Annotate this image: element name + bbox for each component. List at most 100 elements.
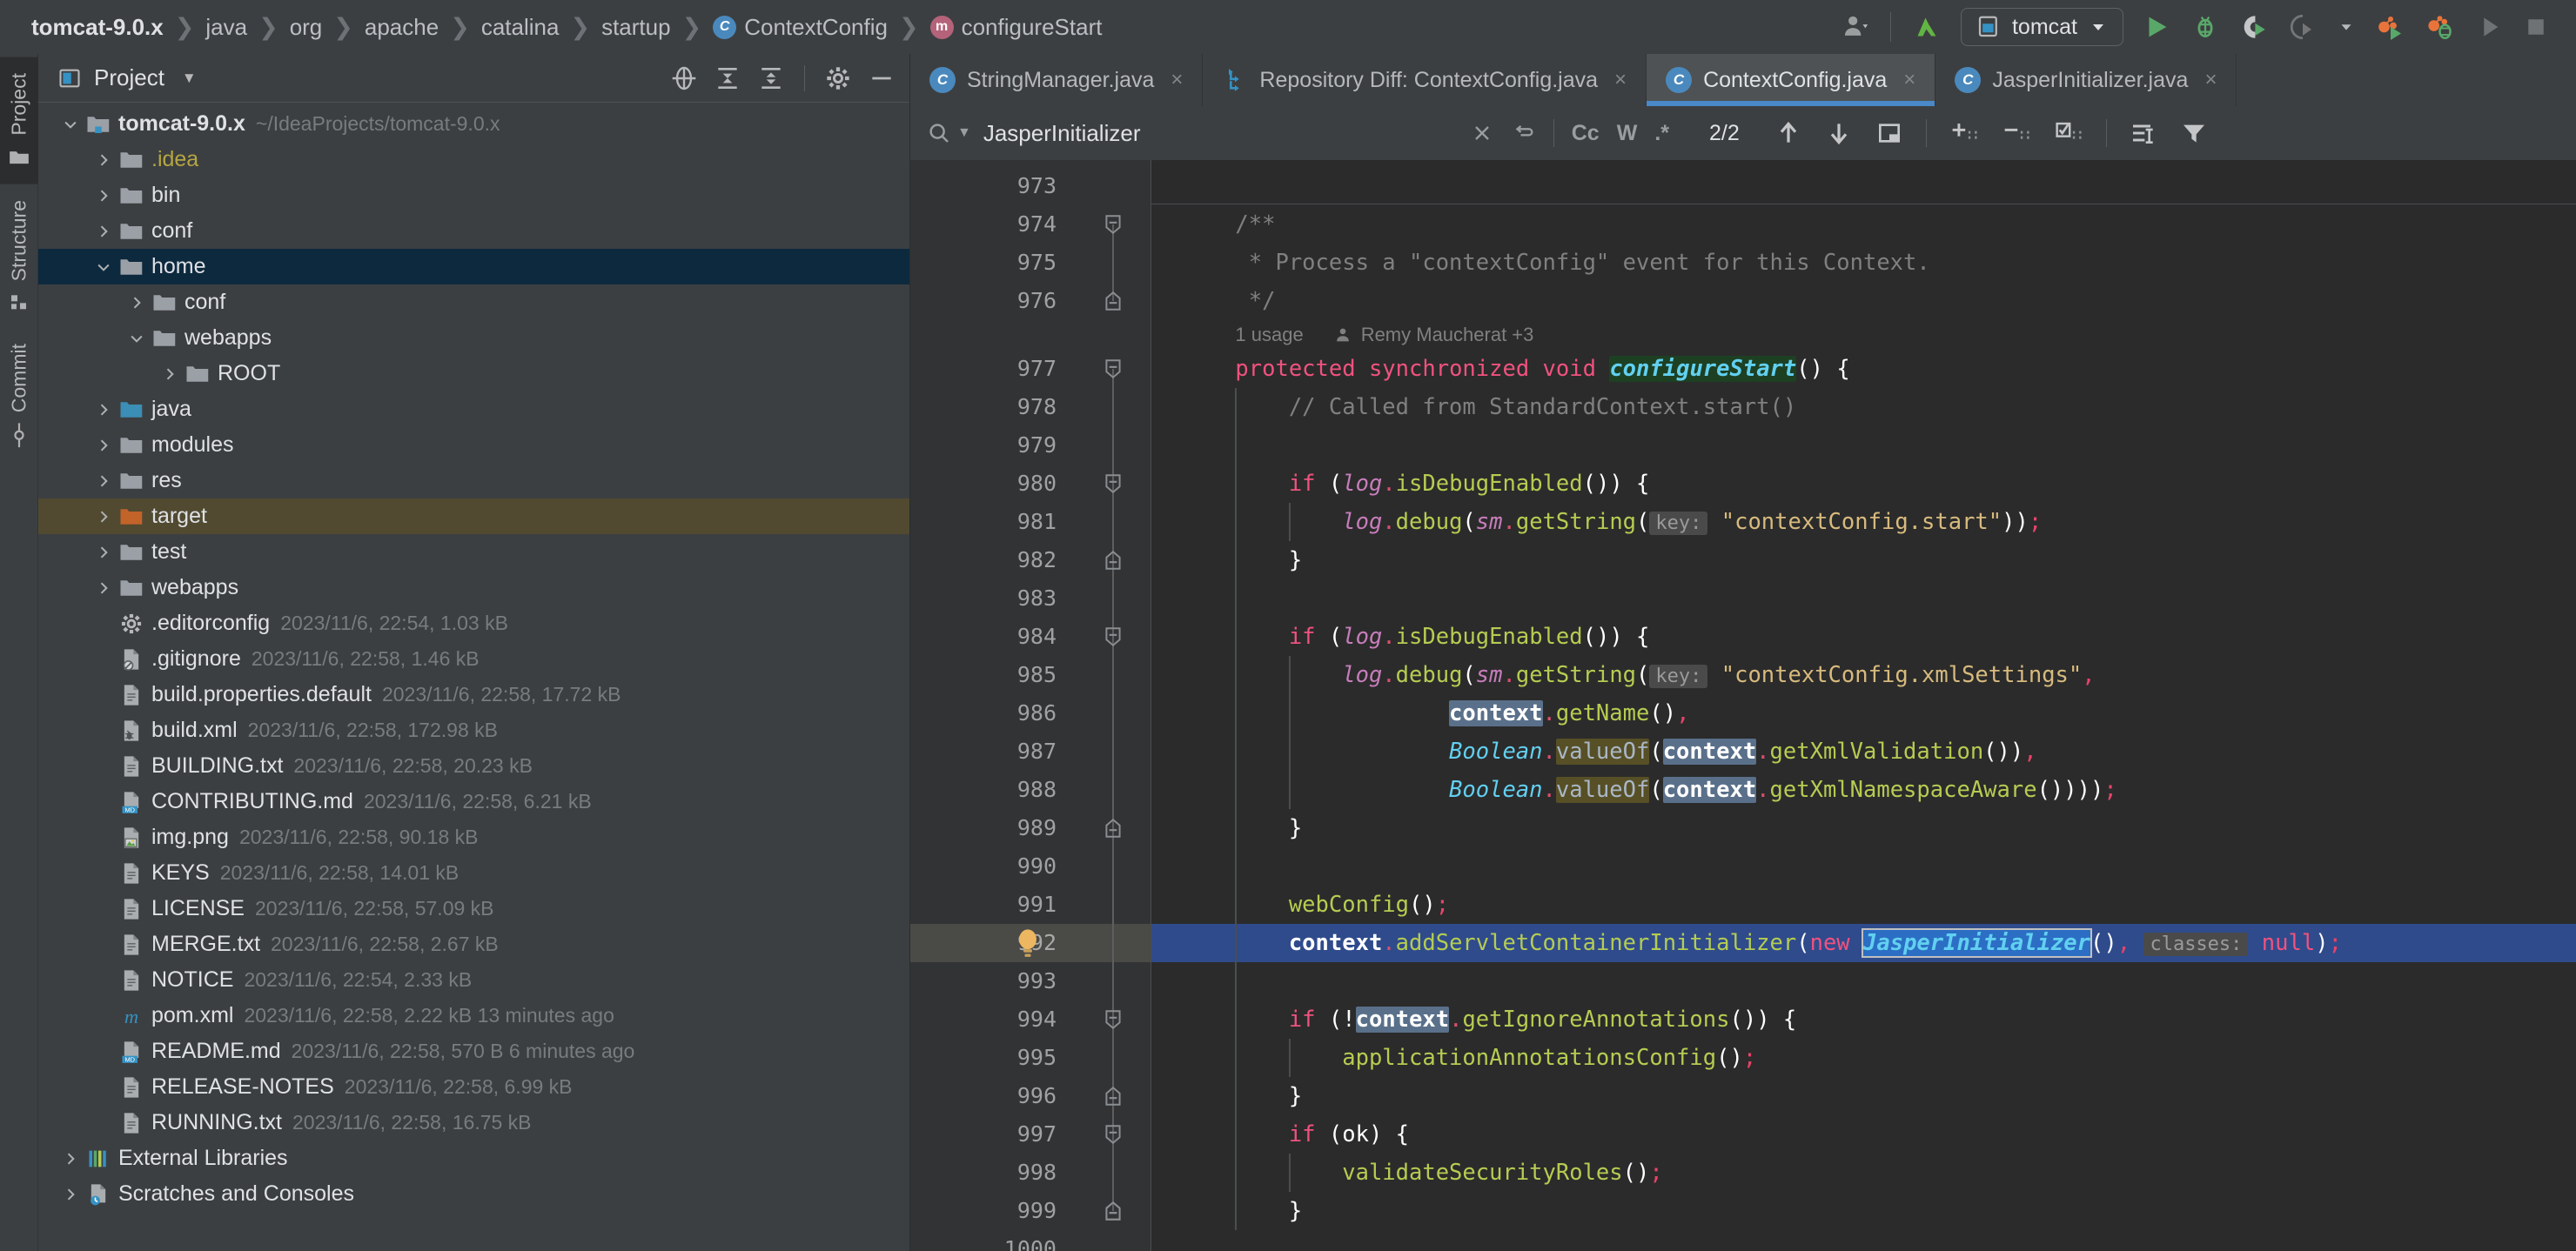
tree-row[interactable]: .idea bbox=[38, 142, 909, 177]
run-with-profiler-button[interactable] bbox=[2365, 0, 2416, 54]
breadcrumb-item-apache[interactable]: apache bbox=[363, 14, 440, 41]
tree-row[interactable]: java bbox=[38, 391, 909, 427]
search-history-icon[interactable] bbox=[1512, 121, 1536, 145]
tree-row[interactable]: External Libraries bbox=[38, 1141, 909, 1176]
chevron-down-icon[interactable] bbox=[91, 258, 117, 276]
chevron-right-icon[interactable] bbox=[91, 579, 117, 597]
tree-row[interactable]: bin bbox=[38, 177, 909, 213]
chevron-right-icon[interactable] bbox=[91, 401, 117, 418]
close-icon[interactable]: × bbox=[2204, 68, 2217, 92]
close-icon[interactable]: × bbox=[1171, 68, 1183, 92]
remove-occurrence-icon[interactable] bbox=[2002, 119, 2031, 147]
minimize-icon[interactable] bbox=[868, 64, 896, 92]
run-configuration-selector[interactable]: tomcat bbox=[1960, 8, 2123, 46]
tree-row[interactable]: LICENSE 2023/11/6, 22:58, 57.09 kB bbox=[38, 891, 909, 927]
fold-collapse-icon[interactable] bbox=[1100, 1007, 1126, 1033]
tree-row[interactable]: MD CONTRIBUTING.md 2023/11/6, 22:58, 6.21 … bbox=[38, 784, 909, 820]
user-account-icon[interactable] bbox=[1831, 0, 1880, 54]
chevron-right-icon[interactable] bbox=[91, 223, 117, 240]
chevron-right-icon[interactable] bbox=[91, 508, 117, 525]
search-input[interactable]: JasperInitializer bbox=[983, 120, 1141, 147]
chevron-right-icon[interactable] bbox=[91, 151, 117, 169]
tree-row[interactable]: .editorconfig 2023/11/6, 22:54, 1.03 kB bbox=[38, 605, 909, 641]
fold-collapse-icon[interactable] bbox=[1100, 624, 1126, 650]
run-button[interactable] bbox=[2132, 0, 2181, 54]
tree-row[interactable]: Scratches and Consoles bbox=[38, 1176, 909, 1212]
fold-collapse-icon[interactable] bbox=[1100, 211, 1126, 237]
search-dropdown-caret-icon[interactable]: ▼ bbox=[957, 125, 971, 141]
fold-collapse-end-icon[interactable] bbox=[1100, 288, 1126, 314]
select-all-occurrences-icon[interactable] bbox=[2054, 119, 2083, 147]
chevron-right-icon[interactable] bbox=[57, 1186, 84, 1203]
editor-gutter[interactable]: 973 974 975 976 977 978 979 980 981 982 983 984 985 9… bbox=[910, 160, 1076, 1251]
arrow-up-icon[interactable] bbox=[1774, 119, 1802, 147]
tab-contextconfig[interactable]: C ContextConfig.java × bbox=[1647, 54, 1936, 106]
project-tree[interactable]: tomcat-9.0.x ~/IdeaProjects/tomcat-9.0.x.… bbox=[38, 103, 909, 1251]
update-project-icon[interactable] bbox=[1902, 0, 1952, 54]
profiler-caret-icon[interactable] bbox=[2327, 0, 2365, 54]
expand-all-icon[interactable] bbox=[714, 64, 741, 92]
tree-row[interactable]: webapps bbox=[38, 320, 909, 356]
chevron-right-icon[interactable] bbox=[91, 187, 117, 204]
match-case-toggle[interactable]: Cc bbox=[1572, 121, 1600, 146]
tree-row[interactable]: home bbox=[38, 249, 909, 284]
fold-collapse-end-icon[interactable] bbox=[1100, 815, 1126, 841]
tree-row[interactable]: NOTICE 2023/11/6, 22:54, 2.33 kB bbox=[38, 962, 909, 998]
tree-row[interactable]: MD README.md 2023/11/6, 22:58, 570 B 6 min… bbox=[38, 1034, 909, 1069]
breadcrumb-item-java[interactable]: java bbox=[204, 14, 249, 41]
chevron-right-icon[interactable] bbox=[91, 472, 117, 490]
close-icon[interactable]: × bbox=[1903, 68, 1915, 92]
arrow-down-icon[interactable] bbox=[1825, 119, 1853, 147]
tree-row[interactable]: build.xml 2023/11/6, 22:58, 172.98 kB bbox=[38, 712, 909, 748]
chevron-down-icon[interactable] bbox=[57, 116, 84, 133]
tree-row[interactable]: MERGE.txt 2023/11/6, 22:58, 2.67 kB bbox=[38, 927, 909, 962]
tree-row[interactable]: conf bbox=[38, 213, 909, 249]
tree-row[interactable]: .gitignore 2023/11/6, 22:58, 1.46 kB bbox=[38, 641, 909, 677]
chevron-down-icon[interactable]: ▼ bbox=[182, 70, 197, 87]
breadcrumb-item-configurestart[interactable]: m configureStart bbox=[929, 14, 1104, 41]
tree-row[interactable]: BUILDING.txt 2023/11/6, 22:58, 20.23 kB bbox=[38, 748, 909, 784]
tab-stringmanager[interactable]: C StringManager.java × bbox=[910, 54, 1204, 106]
filter-icon[interactable] bbox=[2180, 119, 2208, 147]
tree-row[interactable]: RUNNING.txt 2023/11/6, 22:58, 16.75 kB bbox=[38, 1105, 909, 1141]
chevron-right-icon[interactable] bbox=[91, 544, 117, 561]
fold-collapse-end-icon[interactable] bbox=[1100, 1083, 1126, 1109]
collapse-all-icon[interactable] bbox=[757, 64, 785, 92]
code-editor[interactable]: 973 974 975 976 977 978 979 980 981 982 983 984 985 9… bbox=[910, 160, 2576, 1251]
editor-fold-gutter[interactable] bbox=[1076, 160, 1150, 1251]
chevron-right-icon[interactable] bbox=[91, 437, 117, 454]
in-selection-icon[interactable] bbox=[2130, 119, 2157, 147]
sidebar-item-project[interactable]: Project bbox=[0, 57, 38, 184]
stop-button[interactable] bbox=[2513, 0, 2559, 54]
regex-toggle[interactable]: .* bbox=[1654, 121, 1669, 146]
fold-collapse-icon[interactable] bbox=[1100, 356, 1126, 382]
tree-row[interactable]: target bbox=[38, 498, 909, 534]
tree-row[interactable]: test bbox=[38, 534, 909, 570]
debug-with-profiler-button[interactable] bbox=[2416, 0, 2466, 54]
run-with-coverage-button[interactable] bbox=[2230, 0, 2278, 54]
breadcrumb-item-project[interactable]: tomcat-9.0.x bbox=[30, 14, 165, 41]
sidebar-item-commit[interactable]: Commit bbox=[0, 328, 38, 463]
tab-jasperinitializer[interactable]: C JasperInitializer.java × bbox=[1935, 54, 2237, 106]
tree-row[interactable]: conf bbox=[38, 284, 909, 320]
open-in-find-window-icon[interactable] bbox=[1875, 119, 1903, 147]
close-icon[interactable]: × bbox=[1614, 68, 1627, 92]
code-vision-inlay[interactable]: 1 usage Remy Maucherat +3 bbox=[1235, 320, 1533, 350]
fold-collapse-icon[interactable] bbox=[1100, 471, 1126, 497]
breadcrumb-item-org[interactable]: org bbox=[288, 14, 325, 41]
chevron-right-icon[interactable] bbox=[57, 1150, 84, 1167]
close-icon[interactable] bbox=[1470, 121, 1494, 145]
breadcrumb-item-catalina[interactable]: catalina bbox=[480, 14, 561, 41]
fold-collapse-end-icon[interactable] bbox=[1100, 1198, 1126, 1224]
sidebar-item-structure[interactable]: Structure bbox=[0, 184, 38, 328]
gear-icon[interactable] bbox=[824, 64, 852, 92]
chevron-right-icon[interactable] bbox=[157, 365, 183, 383]
add-occurrence-icon[interactable] bbox=[1949, 119, 1979, 147]
breadcrumb-item-startup[interactable]: startup bbox=[600, 14, 673, 41]
select-opened-file-icon[interactable] bbox=[670, 64, 698, 92]
tree-row[interactable]: res bbox=[38, 463, 909, 498]
tree-row[interactable]: tomcat-9.0.x ~/IdeaProjects/tomcat-9.0.x bbox=[38, 106, 909, 142]
fold-collapse-icon[interactable] bbox=[1100, 1121, 1126, 1147]
fold-collapse-end-icon[interactable] bbox=[1100, 547, 1126, 573]
search-field[interactable]: ▼ JasperInitializer Cc W .* bbox=[926, 106, 1683, 160]
